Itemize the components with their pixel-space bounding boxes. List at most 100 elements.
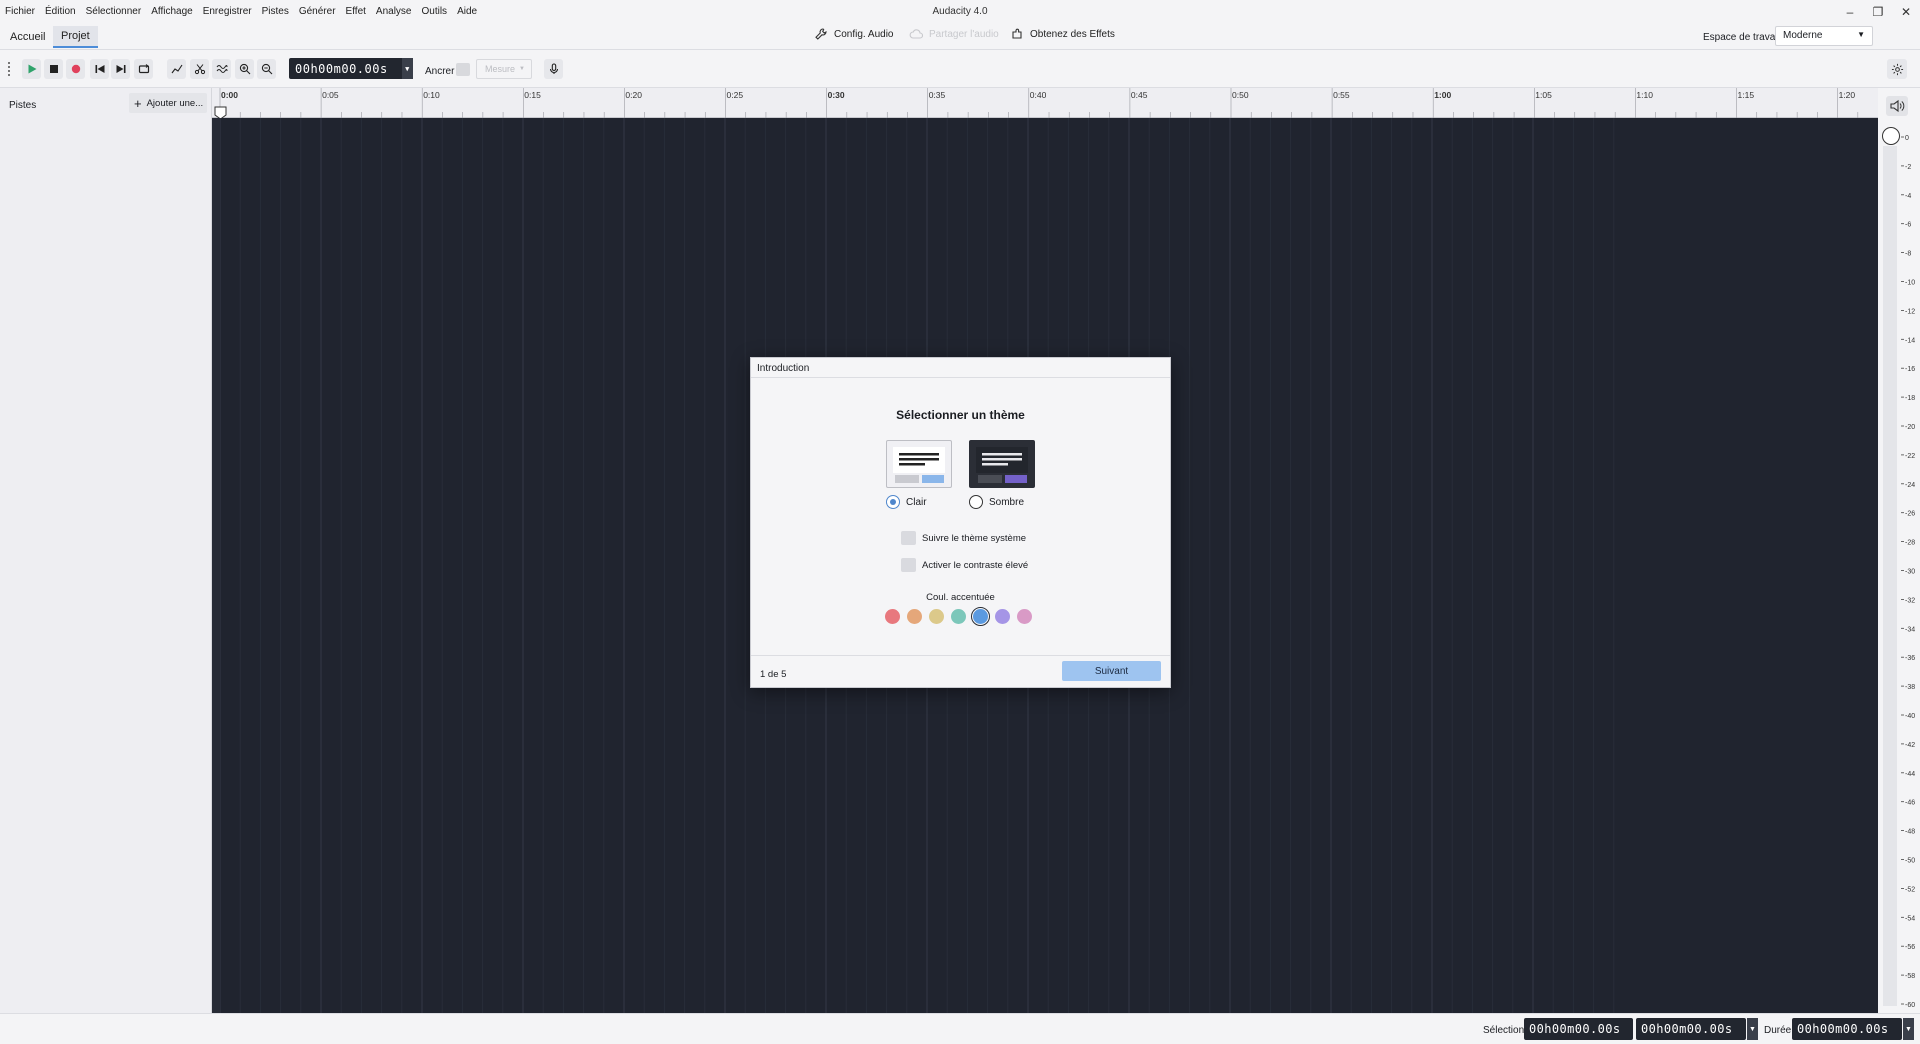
snap-checkbox[interactable]: [456, 63, 470, 76]
play-icon: [28, 64, 36, 74]
skip-to-end-button[interactable]: [111, 59, 130, 79]
snap-label: Ancrer: [425, 66, 455, 77]
drag-handle-icon[interactable]: [8, 62, 14, 76]
accent-color-swatch[interactable]: [971, 607, 990, 626]
audio-setup-button[interactable]: Config. Audio: [814, 27, 894, 41]
theme-dark-option[interactable]: Sombre: [969, 495, 1024, 509]
meter-label: -22: [1905, 453, 1915, 460]
playhead-icon[interactable]: [214, 106, 227, 118]
selection-format-dropdown[interactable]: ▼: [1747, 1018, 1758, 1040]
accent-color-swatch[interactable]: [951, 609, 966, 624]
meter-label: -50: [1905, 858, 1915, 865]
microphone-button[interactable]: [544, 59, 563, 79]
theme-light-radio[interactable]: [886, 495, 900, 509]
skip-to-start-button[interactable]: [90, 59, 109, 79]
workspace-dropdown[interactable]: Moderne ▼: [1775, 26, 1873, 46]
follow-system-theme-option[interactable]: Suivre le thème système: [901, 531, 1026, 545]
timeline-ruler[interactable]: 0:00 0:05 0:10 0:15 0:20 0:25 0:30 0:35 0:40 0:45…: [212, 88, 1878, 118]
ruler-scale: 0:00 0:05 0:10 0:15 0:20 0:25 0:30 0:35 0:40 0:45…: [214, 88, 1859, 118]
snap-dropdown[interactable]: Mesure ▼: [476, 59, 532, 79]
menu-item[interactable]: Effet: [341, 6, 371, 17]
ruler-label: 0:25: [727, 90, 744, 100]
menu-item[interactable]: Sélectionner: [81, 6, 147, 17]
toolbar-settings-button[interactable]: [1887, 59, 1907, 79]
meter-label: -54: [1905, 915, 1915, 922]
follow-system-theme-checkbox[interactable]: [901, 531, 916, 545]
skip-back-icon: [95, 65, 104, 73]
light-theme-preview-icon: [893, 447, 945, 483]
snap-value: Mesure: [485, 64, 516, 74]
ruler-label: 0:15: [524, 90, 541, 100]
accent-color-swatch[interactable]: [907, 609, 922, 624]
accent-color-swatch[interactable]: [1017, 609, 1032, 624]
envelope-tool-button[interactable]: [167, 59, 186, 79]
meter-label: -12: [1905, 308, 1915, 315]
ruler-label: 0:20: [625, 90, 642, 100]
loop-button[interactable]: [134, 59, 153, 79]
accent-color-swatch[interactable]: [995, 609, 1010, 624]
minimize-button[interactable]: –: [1836, 0, 1864, 23]
duration-display[interactable]: 00h00m00.00s: [1792, 1018, 1902, 1040]
play-button[interactable]: [22, 59, 41, 79]
selection-end-display[interactable]: 00h00m00.00s: [1636, 1018, 1746, 1040]
share-audio-label: Partager l'audio: [929, 28, 999, 40]
ruler-label: 0:45: [1131, 90, 1148, 100]
theme-preview-light[interactable]: [886, 440, 952, 488]
selection-start-display[interactable]: 00h00m00.00s: [1524, 1018, 1633, 1040]
restore-button[interactable]: ❐: [1864, 0, 1892, 23]
menu-item[interactable]: Outils: [417, 6, 453, 17]
get-effects-button[interactable]: Obtenez des Effets: [1010, 27, 1115, 41]
meter-label: -18: [1905, 395, 1915, 402]
share-audio-button[interactable]: Partager l'audio: [909, 27, 999, 41]
theme-light-option[interactable]: Clair: [886, 495, 927, 509]
menu-item[interactable]: Analyse: [371, 6, 417, 17]
automation-icon: [171, 64, 182, 74]
menu-bar: Fichier Édition Sélectionner Affichage Enreg…: [0, 0, 1920, 23]
menu-item[interactable]: Pistes: [257, 6, 294, 17]
stop-button[interactable]: [44, 59, 63, 79]
chevron-down-icon: ▼: [1857, 30, 1865, 39]
tab-bar: Accueil Projet Config. Audio Partager l'…: [0, 23, 1920, 50]
high-contrast-option[interactable]: Activer le contraste élevé: [901, 558, 1028, 572]
split-tool-button[interactable]: [190, 59, 209, 79]
tab-project[interactable]: Projet: [53, 26, 98, 48]
meter-label: -20: [1905, 424, 1915, 431]
waveform-icon: [216, 65, 227, 73]
add-track-button[interactable]: + Ajouter une...: [129, 93, 207, 113]
menu-item[interactable]: Générer: [294, 6, 341, 17]
tab-home[interactable]: Accueil: [2, 26, 53, 48]
zoom-in-icon: [239, 63, 250, 75]
theme-dark-radio[interactable]: [969, 495, 983, 509]
selection-start-value: 00h00m00.00s: [1529, 1022, 1621, 1036]
record-button[interactable]: [66, 59, 85, 79]
meter-label: -60: [1905, 1002, 1915, 1009]
theme-dark-label: Sombre: [989, 496, 1025, 508]
meter-label: -28: [1905, 540, 1915, 547]
zoom-out-button[interactable]: [257, 59, 276, 79]
meter-label: 0: [1905, 135, 1909, 142]
menu-item[interactable]: Affichage: [146, 6, 198, 17]
spectral-tool-button[interactable]: [212, 59, 231, 79]
ruler-label: 0:40: [1030, 90, 1047, 100]
zoom-in-button[interactable]: [235, 59, 254, 79]
ruler-label: 0:55: [1333, 90, 1350, 100]
chevron-down-icon[interactable]: ▼: [402, 58, 413, 79]
meter-label: -32: [1905, 597, 1915, 604]
duration-format-dropdown[interactable]: ▼: [1903, 1018, 1914, 1040]
high-contrast-checkbox[interactable]: [901, 558, 916, 572]
wrench-icon: [815, 28, 827, 40]
menu-item[interactable]: Fichier: [0, 6, 40, 17]
ruler-label: 0:30: [828, 90, 845, 100]
theme-preview-dark[interactable]: [969, 440, 1035, 488]
menu-item[interactable]: Enregistrer: [198, 6, 257, 17]
menu-item[interactable]: Édition: [40, 6, 81, 17]
time-display[interactable]: 00h00m00.00s ▼: [289, 58, 413, 79]
next-button[interactable]: Suivant: [1062, 661, 1161, 681]
accent-color-swatch[interactable]: [929, 609, 944, 624]
meter-label: -8: [1905, 251, 1911, 258]
menu-item[interactable]: Aide: [452, 6, 482, 17]
ruler-label: 0:50: [1232, 90, 1249, 100]
ruler-label: 1:05: [1535, 90, 1552, 100]
accent-color-swatch[interactable]: [885, 609, 900, 624]
close-window-button[interactable]: ✕: [1892, 0, 1920, 23]
